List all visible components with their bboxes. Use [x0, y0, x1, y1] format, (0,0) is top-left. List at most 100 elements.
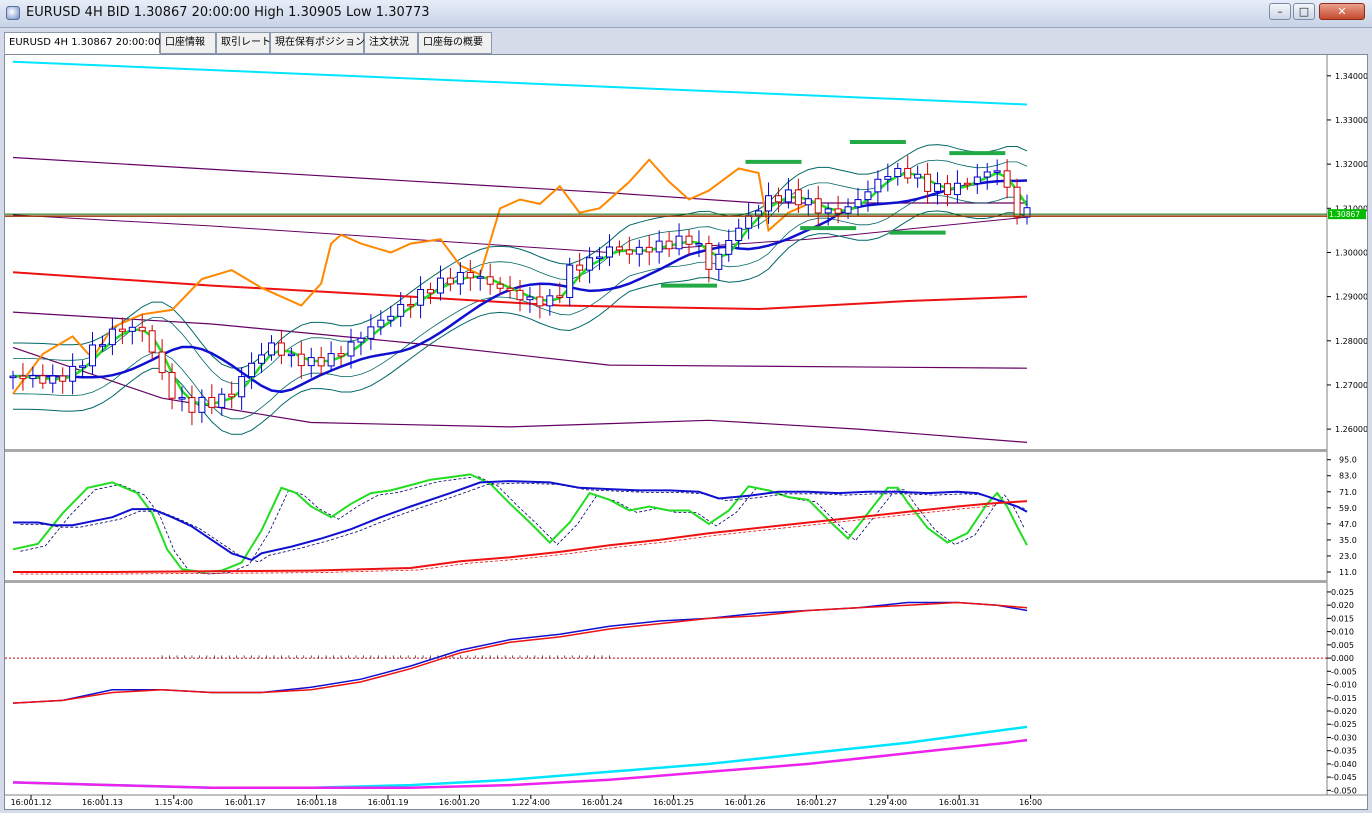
- candle-body: [725, 239, 733, 255]
- candle-body: [357, 337, 365, 343]
- y-tick-label: 95.0: [1339, 456, 1357, 465]
- y-tick-label: -0.030: [1331, 733, 1357, 742]
- x-tick-label: 16:00: [1019, 798, 1042, 807]
- chart-canvas[interactable]: 1.340001.330001.320001.310001.300001.290…: [5, 55, 1368, 809]
- x-tick-label: 16:001.26: [725, 798, 766, 807]
- candle-body: [635, 246, 643, 255]
- tab-account-summary[interactable]: 口座毎の概要: [418, 32, 492, 54]
- y-tick-label: -0.035: [1331, 747, 1357, 756]
- tab-account-info[interactable]: 口座情報: [160, 32, 216, 54]
- y-tick-label: 0.005: [1331, 641, 1354, 650]
- candle-body: [417, 289, 425, 306]
- candle-body: [953, 182, 961, 196]
- candle-body: [596, 256, 604, 260]
- candle-body: [963, 182, 971, 186]
- maximize-button[interactable]: □: [1293, 3, 1315, 20]
- candle-body: [615, 246, 623, 251]
- x-tick-label: 16:001.31: [939, 798, 980, 807]
- candle-body: [894, 167, 902, 178]
- candle-body: [486, 276, 494, 285]
- candle-body: [904, 167, 912, 179]
- candle-body: [914, 173, 922, 179]
- candle-body: [784, 189, 792, 203]
- candle-body: [983, 171, 991, 178]
- x-tick-label: 16:001.13: [82, 798, 123, 807]
- candle-body: [327, 353, 335, 367]
- y-tick-label: 35.0: [1339, 536, 1357, 545]
- y-tick-label: 0.015: [1331, 614, 1354, 623]
- candle-body: [546, 295, 554, 307]
- y-tick-label: 23.0: [1339, 552, 1357, 561]
- candle-body: [407, 303, 415, 307]
- candle-body: [924, 173, 932, 192]
- candle-body: [188, 397, 196, 413]
- candle-body: [138, 326, 146, 332]
- candle-body: [466, 271, 474, 279]
- candle-body: [506, 287, 514, 291]
- chart-background: [5, 55, 1367, 809]
- candle-body: [317, 357, 325, 367]
- y-tick-label: -0.045: [1331, 773, 1357, 782]
- window-title: EURUSD 4H BID 1.30867 20:00:00 High 1.30…: [26, 5, 430, 20]
- candle-body: [446, 277, 454, 285]
- candle-body: [228, 393, 236, 398]
- x-tick-label: 16:001.18: [296, 798, 337, 807]
- tab-open-positions[interactable]: 現在保有ポジション: [270, 32, 365, 54]
- tab-rates[interactable]: 取引レート: [216, 32, 271, 54]
- candle-body: [59, 375, 67, 382]
- candle-body: [655, 240, 663, 253]
- y-tick-label: 1.32000: [1335, 160, 1367, 169]
- candle-body: [337, 353, 345, 357]
- x-tick-label: 1.29 4:00: [869, 798, 907, 807]
- candle-body: [178, 397, 186, 400]
- y-tick-label: -0.015: [1331, 694, 1357, 703]
- candle-body: [605, 246, 613, 258]
- candle-body: [665, 240, 673, 250]
- tab-chart[interactable]: EURUSD 4H 1.30867 20:00:00: [4, 32, 161, 54]
- candle-body: [377, 319, 385, 328]
- y-tick-label: 1.33000: [1335, 116, 1367, 125]
- candle-body: [586, 257, 594, 271]
- candle-body: [934, 183, 942, 192]
- y-tick-label: 1.26000: [1335, 425, 1367, 434]
- x-tick-label: 16:001.25: [653, 798, 694, 807]
- candle-body: [566, 264, 574, 298]
- candle-body: [39, 375, 47, 384]
- candle-body: [824, 208, 832, 214]
- candle-body: [476, 276, 484, 279]
- pane-separator: [5, 449, 1327, 452]
- candle-body: [496, 283, 504, 289]
- candle-body: [208, 396, 216, 408]
- candle-body: [874, 178, 882, 193]
- candle-body: [427, 289, 435, 294]
- x-tick-label: 16:001.19: [368, 798, 409, 807]
- y-tick-label: 59.0: [1339, 504, 1357, 513]
- y-tick-label: -0.020: [1331, 707, 1357, 716]
- candle-body: [69, 365, 77, 382]
- candle-body: [695, 243, 703, 246]
- candle-body: [814, 198, 822, 214]
- x-tick-label: 16:001.20: [439, 798, 480, 807]
- y-tick-label: 0.010: [1331, 628, 1354, 637]
- close-button[interactable]: ✕: [1319, 3, 1365, 20]
- y-tick-label: 0.020: [1331, 601, 1354, 610]
- candle-body: [387, 315, 395, 321]
- y-tick-label: 11.0: [1339, 568, 1357, 577]
- candle-body: [556, 295, 564, 298]
- y-tick-label: -0.010: [1331, 681, 1357, 690]
- y-tick-label: 1.30000: [1335, 248, 1367, 257]
- tab-orders[interactable]: 注文状況: [364, 32, 418, 54]
- pane-separator: [5, 580, 1327, 583]
- minimize-button[interactable]: –: [1269, 3, 1291, 20]
- candle-body: [735, 227, 743, 241]
- current-price-label: 1.30867: [1329, 210, 1360, 219]
- candle-body: [715, 253, 723, 270]
- candle-body: [765, 195, 773, 212]
- candle-body: [993, 170, 1001, 173]
- y-tick-label: -0.040: [1331, 760, 1357, 769]
- candle-body: [287, 353, 295, 357]
- candle-body: [89, 344, 97, 367]
- candle-body: [267, 342, 275, 356]
- candle-body: [1003, 170, 1011, 188]
- x-tick-label: 16:001.17: [225, 798, 266, 807]
